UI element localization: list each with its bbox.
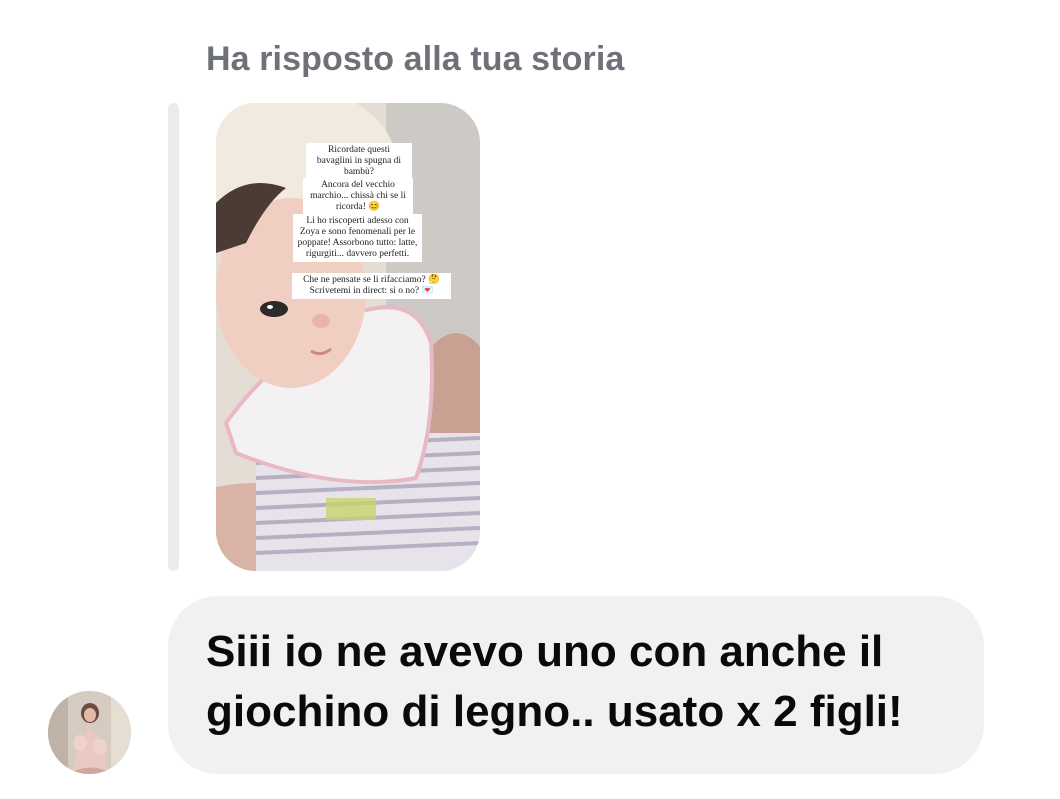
story-reply-label: Ha risposto alla tua storia (206, 40, 625, 78)
message-text: Siii io ne avevo uno con anche il giochi… (206, 627, 903, 736)
story-caption: Che ne pensate se li rifacciamo? 🤔 Scriv… (292, 273, 451, 299)
chat-thread: Ha risposto alla tua storia Ricordate qu… (0, 0, 1060, 799)
story-caption: Ricordate questi bavaglini in spugna di … (306, 143, 412, 180)
story-caption: Li ho riscoperti adesso con Zoya e sono … (293, 214, 422, 262)
sender-avatar[interactable] (48, 691, 131, 774)
story-thumbnail[interactable]: Ricordate questi bavaglini in spugna di … (216, 103, 480, 571)
avatar-photo (48, 691, 131, 774)
message-bubble[interactable]: Siii io ne avevo uno con anche il giochi… (168, 596, 984, 774)
story-caption: Ancora del vecchio marchio... chissà chi… (303, 178, 413, 215)
reply-quote-bar (168, 103, 179, 571)
